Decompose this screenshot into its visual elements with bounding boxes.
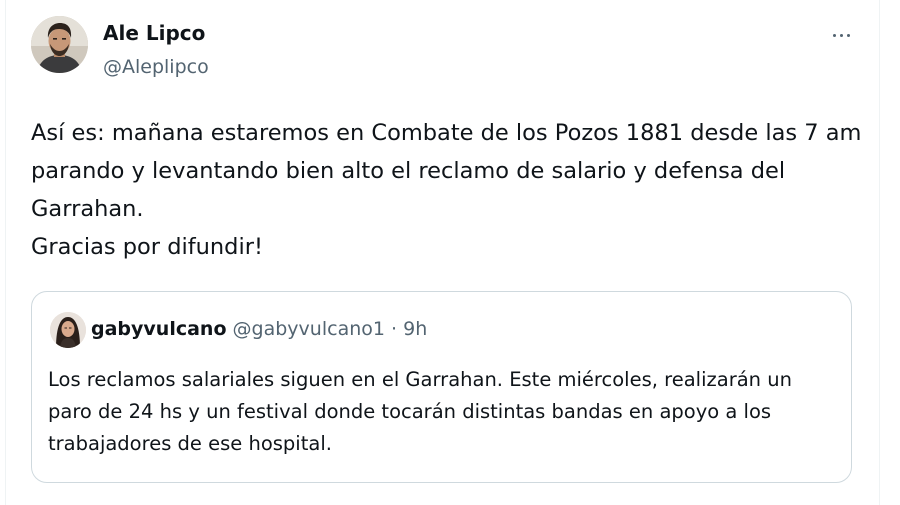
tweet-text-line: Gracias por difundir! xyxy=(31,234,263,260)
column-divider-left xyxy=(5,0,6,505)
quote-text-line: trabajadores de ese hospital. xyxy=(48,432,332,455)
column-divider-right xyxy=(879,0,880,505)
tweet-card: Ale Lipco @Aleplipco Así es: mañana esta… xyxy=(0,0,900,505)
author-avatar-image xyxy=(31,16,88,73)
quote-author-name[interactable]: gabyvulcano xyxy=(91,318,227,340)
author-avatar[interactable] xyxy=(31,16,88,73)
quote-text-line: paro de 24 hs y un festival donde tocará… xyxy=(48,400,772,423)
quote-author-avatar[interactable] xyxy=(50,312,86,348)
tweet-text-line: parando y levantando bien alto el reclam… xyxy=(31,158,786,184)
quote-timestamp[interactable]: 9h xyxy=(403,318,427,340)
more-options-button[interactable] xyxy=(826,22,856,48)
tweet-text-line: Garrahan. xyxy=(31,196,144,222)
quote-text-line: Los reclamos salariales siguen en el Gar… xyxy=(48,368,792,391)
tweet-text: Así es: mañana estaremos en Combate de l… xyxy=(31,114,861,266)
tweet-text-line: Así es: mañana estaremos en Combate de l… xyxy=(31,120,862,146)
quote-author-avatar-image xyxy=(50,312,86,348)
quote-header: gabyvulcano @gabyvulcano1 · 9h xyxy=(91,318,427,340)
quoted-tweet[interactable]: gabyvulcano @gabyvulcano1 · 9h Los recla… xyxy=(31,291,852,483)
author-name[interactable]: Ale Lipco xyxy=(103,21,205,45)
author-handle[interactable]: @Aleplipco xyxy=(103,56,209,78)
quote-separator: · xyxy=(391,318,398,340)
more-horizontal-icon-dot xyxy=(846,33,850,37)
more-horizontal-icon-dot xyxy=(839,33,843,37)
quote-text: Los reclamos salariales siguen en el Gar… xyxy=(48,364,838,460)
more-horizontal-icon xyxy=(832,33,836,37)
quote-author-handle[interactable]: @gabyvulcano1 xyxy=(233,318,385,340)
